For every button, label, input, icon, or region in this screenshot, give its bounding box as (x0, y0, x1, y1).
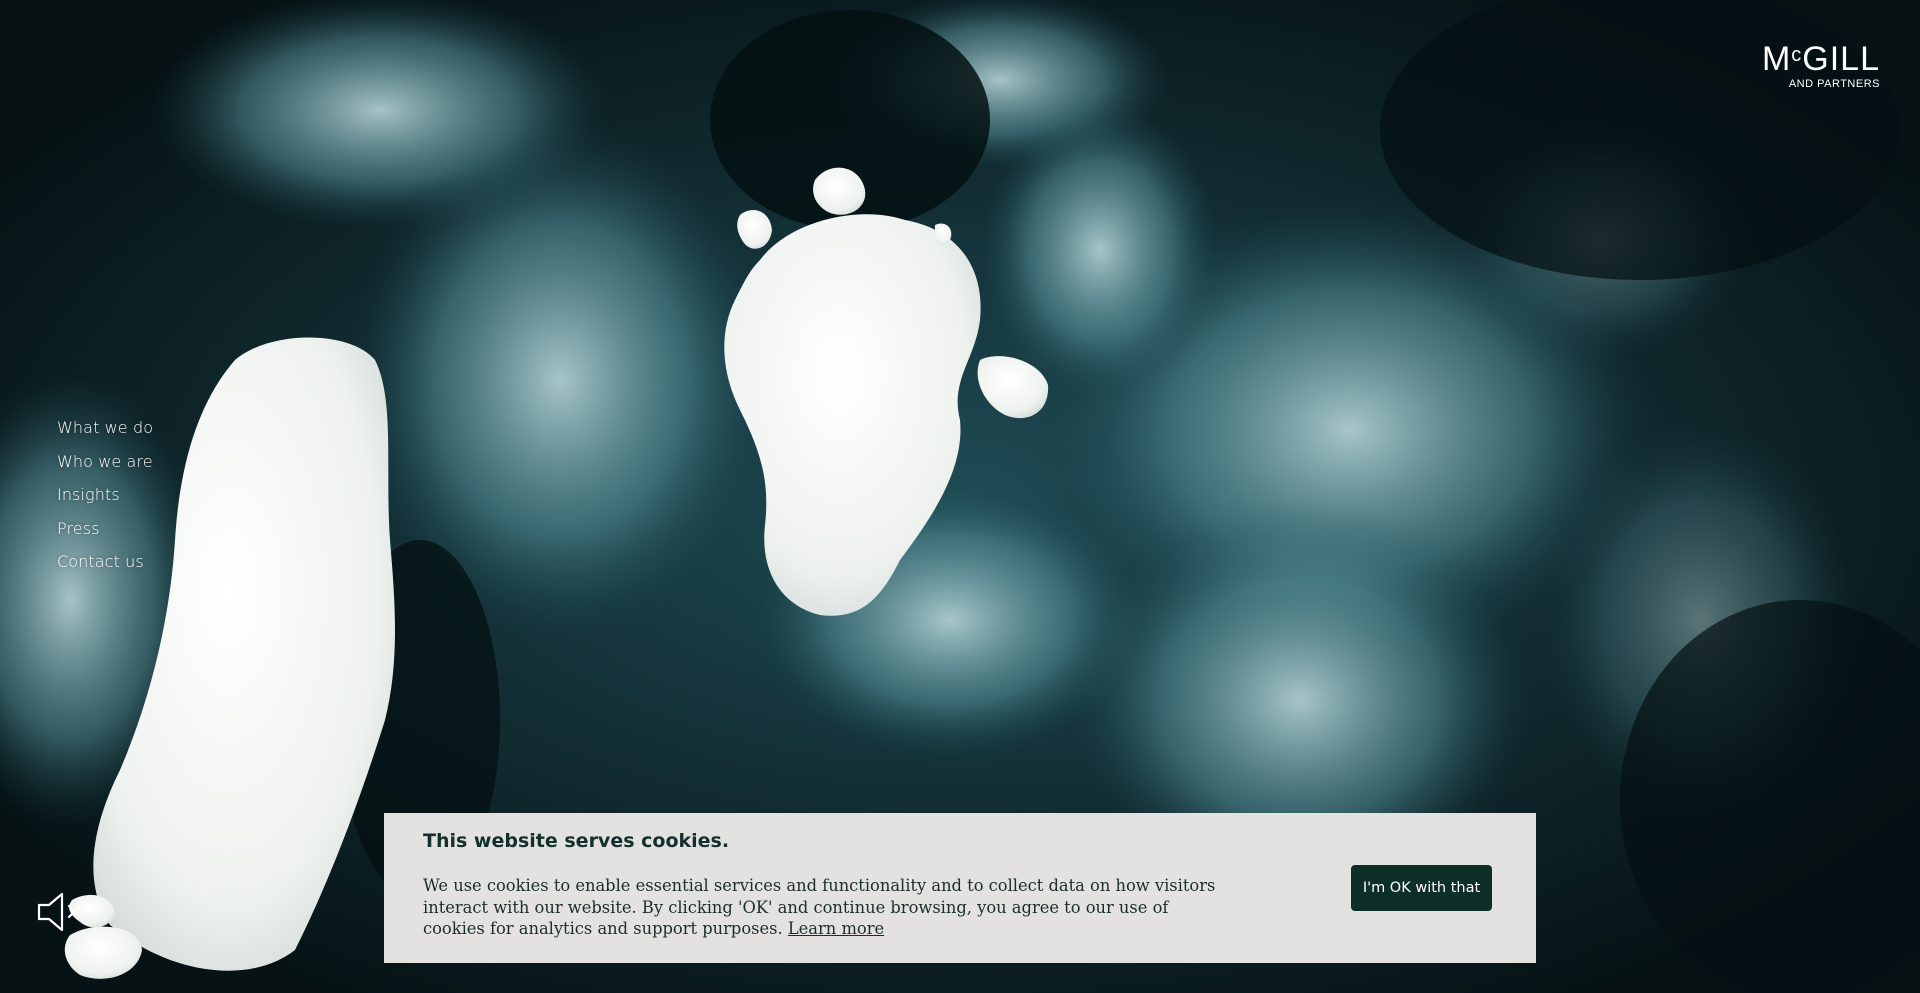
mute-button[interactable] (36, 891, 88, 933)
nav-link-what-we-do[interactable]: What we do (57, 418, 153, 437)
nav-link-contact-us[interactable]: Contact us (57, 552, 144, 571)
nav-item-press: Press (57, 517, 153, 551)
nav-link-press[interactable]: Press (57, 519, 100, 538)
nav-item-contact-us: Contact us (57, 550, 153, 584)
nav-link-who-we-are[interactable]: Who we are (57, 452, 153, 471)
logo-tagline: AND PARTNERS (1788, 78, 1880, 90)
nav-link-insights[interactable]: Insights (57, 485, 120, 504)
main-nav: What we do Who we are Insights Press Con… (57, 416, 153, 584)
hero-stage: McGILL AND PARTNERS What we do Who we ar… (0, 0, 1920, 993)
cookie-message: We use cookies to enable essential servi… (423, 875, 1223, 940)
cookie-banner: This website serves cookies. We use cook… (384, 813, 1536, 963)
logo[interactable]: McGILL AND PARTNERS (1748, 38, 1880, 90)
logo-wordmark: McGILL (1761, 40, 1880, 78)
learn-more-link[interactable]: Learn more (788, 919, 884, 938)
speaker-muted-icon (37, 892, 82, 932)
cookie-title: This website serves cookies. (423, 830, 730, 852)
nav-item-insights: Insights (57, 483, 153, 517)
nav-item-what-we-do: What we do (57, 416, 153, 450)
accept-cookies-button[interactable]: I'm OK with that (1351, 865, 1492, 911)
nav-item-who-we-are: Who we are (57, 450, 153, 484)
